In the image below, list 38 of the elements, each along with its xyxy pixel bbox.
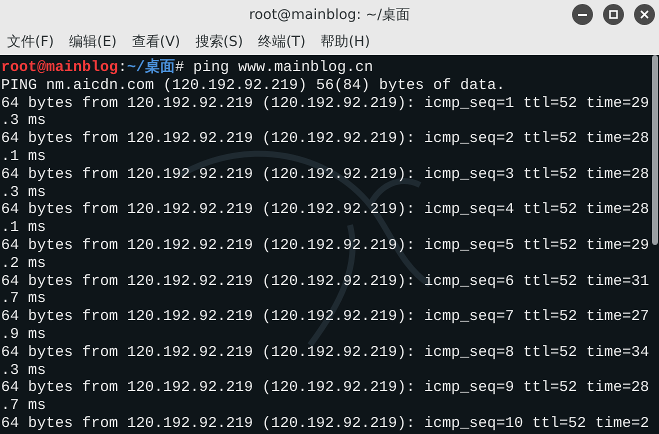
output-line: 64 bytes from 120.192.92.219 (120.192.92.219): icmp_seq=9 ttl=52 time=28 — [1, 379, 650, 398]
command-text: # ping www.mainblog.cn — [175, 59, 374, 77]
output-line: .3 ms — [1, 112, 46, 130]
close-button[interactable] — [634, 4, 655, 25]
minimize-icon — [578, 14, 587, 16]
output-line: .2 ms — [1, 254, 46, 273]
output-line: 64 bytes from 120.192.92.219 (120.192.92.219): icmp_seq=2 ttl=52 time=28 — [1, 130, 650, 148]
output-line: 64 bytes from 120.192.92.219 (120.192.92.219): icmp_seq=8 ttl=52 time=34 — [1, 344, 650, 362]
menu-item[interactable]: 搜索(S) — [195, 32, 244, 53]
output-line: 64 bytes from 120.192.92.219 (120.192.92.219): icmp_seq=1 ttl=52 time=29 — [1, 94, 650, 112]
output-line: .3 ms — [1, 184, 46, 202]
output-line: 64 bytes from 120.192.92.219 (120.192.92.219): icmp_seq=3 ttl=52 time=28 — [1, 166, 650, 184]
output-line: .3 ms — [1, 362, 46, 380]
output-line: .1 ms — [1, 219, 46, 237]
prompt-path: ~/桌面 — [127, 59, 176, 77]
output-line: PING nm.aicdn.com (120.192.92.219) 56(84) bytes of data. — [1, 76, 506, 95]
output-line: .1 ms — [1, 148, 46, 166]
output-line: .9 ms — [1, 326, 46, 344]
menu-item[interactable]: 查看(V) — [132, 32, 180, 53]
maximize-button[interactable] — [603, 4, 624, 25]
output-line: .7 ms — [1, 290, 46, 308]
window-title: root@mainblog: ~/桌面 — [249, 6, 410, 24]
output-line: 64 bytes from 120.192.92.219 (120.192.92.219): icmp_seq=7 ttl=52 time=27 — [1, 308, 650, 326]
menu-item[interactable]: 帮助(H) — [320, 32, 370, 53]
scrollbar[interactable] — [652, 55, 658, 245]
menu-item[interactable]: 编辑(E) — [68, 32, 117, 53]
close-icon — [640, 10, 649, 19]
output-line: .7 ms — [1, 397, 46, 415]
output-line: 64 bytes from 120.192.92.219 (120.192.92.219): icmp_seq=6 ttl=52 time=31 — [1, 272, 650, 290]
output-line: 64 bytes from 120.192.92.219 (120.192.92.219): icmp_seq=10 ttl=52 time=2 — [1, 414, 650, 433]
menu-item[interactable]: 终端(T) — [258, 32, 306, 53]
maximize-icon — [609, 10, 618, 19]
minimize-button[interactable] — [572, 4, 593, 25]
prompt-separator: : — [118, 59, 128, 77]
output-line: 64 bytes from 120.192.92.219 (120.192.92.219): icmp_seq=4 ttl=52 time=28 — [1, 201, 650, 220]
prompt-user: root@mainblog — [1, 59, 118, 77]
menu-item[interactable]: 文件(F) — [7, 32, 54, 53]
output-line: 64 bytes from 120.192.92.219 (120.192.92.219): icmp_seq=5 ttl=52 time=29 — [1, 236, 650, 255]
